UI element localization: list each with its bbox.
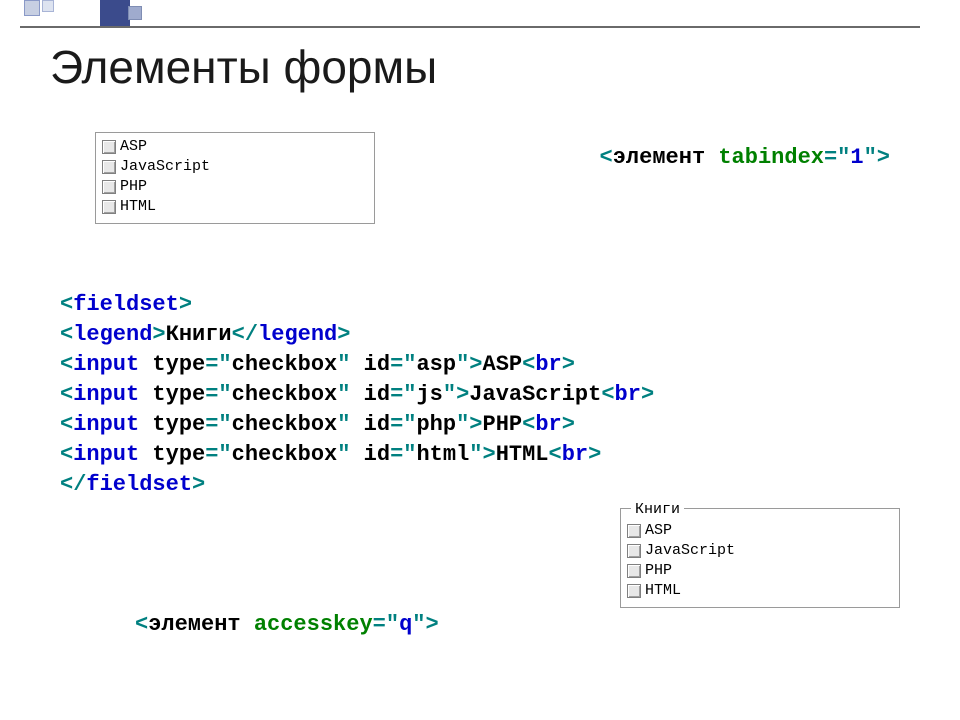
checkbox-label: ASP: [645, 521, 672, 541]
checkbox-row: PHP: [102, 177, 366, 197]
page-title: Элементы формы: [50, 40, 437, 94]
checkbox-label: PHP: [120, 177, 147, 197]
checkbox-icon[interactable]: [102, 180, 116, 194]
deco-square: [100, 0, 130, 26]
checkbox-label: JavaScript: [645, 541, 735, 561]
checkbox-label: PHP: [645, 561, 672, 581]
checkbox-group-bottom: Книги ASP JavaScript PHP HTML: [620, 508, 900, 608]
checkbox-icon[interactable]: [102, 200, 116, 214]
deco-square: [128, 6, 142, 20]
deco-square: [24, 0, 40, 16]
checkbox-icon[interactable]: [627, 564, 641, 578]
checkbox-label: JavaScript: [120, 157, 210, 177]
checkbox-row: ASP: [102, 137, 366, 157]
corner-decoration: [0, 0, 200, 25]
checkbox-label: ASP: [120, 137, 147, 157]
checkbox-row: JavaScript: [102, 157, 366, 177]
checkbox-label: HTML: [120, 197, 156, 217]
divider: [20, 26, 920, 28]
code-accesskey: <элемент accesskey="q">: [135, 610, 439, 640]
code-tabindex: <элемент tabindex="1">: [600, 143, 890, 173]
checkbox-icon[interactable]: [627, 544, 641, 558]
fieldset-legend: Книги: [631, 501, 684, 518]
slide: Элементы формы ASP JavaScript PHP HTML <…: [0, 0, 960, 720]
checkbox-icon[interactable]: [102, 160, 116, 174]
checkbox-icon[interactable]: [627, 584, 641, 598]
checkbox-row: ASP: [627, 521, 891, 541]
code-fieldset: <fieldset> <legend>Книги</legend> <input…: [60, 290, 654, 500]
checkbox-icon[interactable]: [102, 140, 116, 154]
checkbox-row: JavaScript: [627, 541, 891, 561]
checkbox-row: HTML: [102, 197, 366, 217]
checkbox-row: HTML: [627, 581, 891, 601]
checkbox-group-top: ASP JavaScript PHP HTML: [95, 132, 375, 224]
checkbox-icon[interactable]: [627, 524, 641, 538]
deco-square: [42, 0, 54, 12]
checkbox-row: PHP: [627, 561, 891, 581]
checkbox-label: HTML: [645, 581, 681, 601]
